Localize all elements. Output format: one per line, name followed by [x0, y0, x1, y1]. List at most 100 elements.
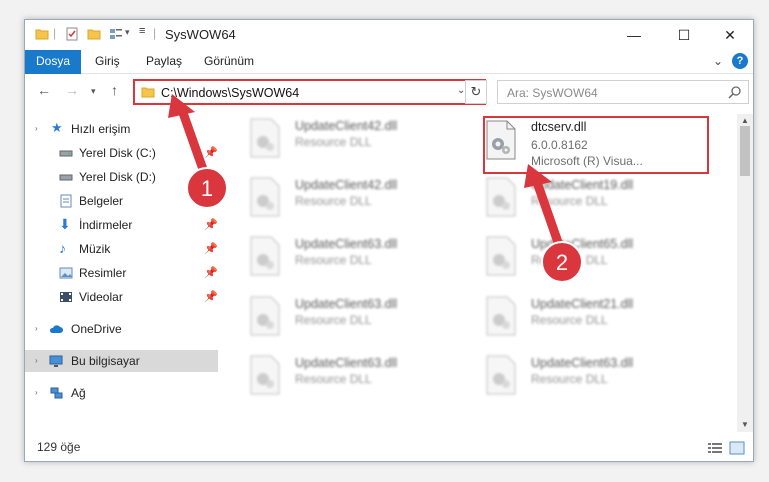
close-button[interactable]: ✕ [707, 20, 753, 50]
expand-ribbon-icon[interactable]: ⌄ [713, 54, 723, 68]
refresh-button[interactable]: ↻ [465, 80, 487, 104]
status-bar: 129 öğe [25, 436, 753, 460]
explorer-window: | ▾ ≡ | SysWOW64 — ☐ ✕ Dosya Giriş Payla… [24, 19, 754, 462]
file-type: Resource DLL [531, 372, 608, 386]
navigation-pane: › ★ Hızlı erişim Yerel Disk (C:) 📌 Yerel… [25, 114, 218, 432]
address-path[interactable]: C:\Windows\SysWOW64 [161, 86, 299, 100]
file-item[interactable]: UpdateClient63.dll Resource DLL [249, 294, 469, 342]
tab-home[interactable]: Giriş [95, 50, 120, 73]
dll-file-icon [250, 296, 280, 336]
navigation-bar: ← → ▾ ↑ C:\Windows\SysWOW64 ⌄ ↻ Ara: Sys… [25, 74, 753, 110]
chevron-down-icon[interactable]: ▾ [125, 27, 130, 38]
search-placeholder[interactable]: Ara: SysWOW64 [507, 86, 598, 100]
file-item[interactable]: UpdateClient19.dll Resource DLL [485, 175, 705, 223]
sidebar-item-label: Bu bilgisayar [71, 354, 140, 368]
file-item[interactable]: UpdateClient42.dll Resource DLL [249, 116, 469, 164]
scroll-down-icon[interactable]: ▼ [741, 420, 749, 429]
pin-icon: 📌 [204, 195, 218, 207]
sidebar-item-label: İndirmeler [79, 218, 133, 232]
pin-icon: 📌 [204, 267, 218, 279]
star-icon: ★ [51, 120, 63, 135]
customize-quick-access-icon[interactable] [109, 27, 123, 41]
file-type: Resource DLL [531, 253, 608, 267]
file-type: Resource DLL [531, 313, 608, 327]
pin-icon: 📌 [204, 219, 218, 231]
drive-icon [59, 150, 73, 157]
chevron-down-icon[interactable]: › [35, 124, 49, 138]
search-icon[interactable] [728, 85, 742, 99]
chevron-right-icon[interactable]: › [35, 356, 49, 370]
sidebar-item-label: Belgeler [79, 194, 124, 208]
dtcserv-highlight-box [483, 116, 709, 174]
file-name: UpdateClient63.dll [295, 356, 398, 370]
properties-icon[interactable] [65, 27, 79, 41]
dll-file-icon [486, 296, 516, 336]
file-item[interactable]: UpdateClient42.dll Resource DLL [249, 175, 469, 223]
file-name: UpdateClient21.dll [531, 297, 634, 311]
title-bar: | ▾ ≡ | SysWOW64 — ☐ ✕ [25, 20, 753, 50]
help-button[interactable]: ? [732, 53, 748, 69]
large-icons-view-icon[interactable] [729, 441, 745, 455]
sidebar-item-onedrive[interactable]: › OneDrive [25, 318, 218, 340]
details-view-icon[interactable] [707, 441, 723, 455]
sidebar-item-pictures[interactable]: Resimler 📌 [25, 262, 218, 284]
sidebar-item-documents[interactable]: Belgeler 📌 [25, 190, 218, 212]
pictures-icon [59, 267, 73, 279]
chevron-right-icon[interactable]: › [35, 324, 49, 338]
file-name: UpdateClient63.dll [531, 356, 634, 370]
file-type: Resource DLL [295, 253, 372, 267]
file-name: UpdateClient19.dll [531, 178, 634, 192]
file-item[interactable]: UpdateClient21.dll Resource DLL [485, 294, 705, 342]
sidebar-item-local-disk-d[interactable]: Yerel Disk (D:) [25, 166, 218, 188]
pin-icon: 📌 [204, 243, 218, 255]
file-type: Resource DLL [531, 194, 608, 208]
sidebar-item-label: Resimler [79, 266, 127, 280]
dll-file-icon [250, 118, 280, 158]
dll-file-icon [486, 236, 516, 276]
forward-button[interactable]: → [65, 82, 79, 98]
window-title: SysWOW64 [165, 27, 236, 42]
file-type: Resource DLL [295, 372, 372, 386]
chevron-right-icon[interactable]: › [35, 388, 49, 402]
tab-share[interactable]: Paylaş [146, 50, 182, 73]
minimize-button[interactable]: — [611, 20, 657, 50]
drive-icon [59, 174, 73, 181]
search-box[interactable]: Ara: SysWOW64 [497, 80, 749, 104]
sidebar-item-label: Yerel Disk (C:) [79, 146, 156, 160]
file-type: Resource DLL [295, 313, 372, 327]
dll-file-icon [486, 177, 516, 217]
quick-access-dropdown-icon[interactable]: ≡ [139, 25, 145, 37]
file-type: Resource DLL [295, 194, 372, 208]
sidebar-item-this-pc[interactable]: › Bu bilgisayar [25, 350, 218, 372]
new-folder-icon[interactable] [87, 27, 101, 41]
file-name: UpdateClient42.dll [295, 119, 398, 133]
scrollbar-thumb[interactable] [740, 126, 750, 176]
download-icon: ⬇ [59, 216, 71, 232]
sidebar-item-local-disk-c[interactable]: Yerel Disk (C:) 📌 [25, 142, 218, 164]
up-button[interactable]: ↑ [111, 82, 118, 98]
back-button[interactable]: ← [37, 82, 51, 98]
sidebar-item-downloads[interactable]: ⬇ İndirmeler 📌 [25, 214, 218, 236]
file-item[interactable]: UpdateClient63.dll Resource DLL [249, 234, 469, 282]
file-item[interactable]: UpdateClient63.dll Resource DLL [249, 353, 469, 401]
dll-file-icon [250, 355, 280, 395]
sidebar-item-music[interactable]: ♪ Müzik 📌 [25, 238, 218, 260]
maximize-button[interactable]: ☐ [661, 20, 707, 50]
sidebar-item-label: Yerel Disk (D:) [79, 170, 156, 184]
file-item[interactable]: UpdateClient65.dll Resource DLL [485, 234, 705, 282]
sidebar-item-network[interactable]: › Ağ [25, 382, 218, 404]
dll-file-icon [250, 177, 280, 217]
sidebar-item-quick-access[interactable]: › ★ Hızlı erişim [25, 118, 218, 140]
pin-icon: 📌 [204, 291, 218, 303]
recent-locations-icon[interactable]: ▾ [91, 86, 96, 97]
sidebar-item-videos[interactable]: Videolar 📌 [25, 286, 218, 308]
file-item[interactable]: UpdateClient63.dll Resource DLL [485, 353, 705, 401]
file-name: UpdateClient63.dll [295, 297, 398, 311]
vertical-scrollbar[interactable]: ▲ ▼ [737, 114, 753, 432]
folder-icon [35, 29, 49, 40]
tab-view[interactable]: Görünüm [204, 50, 254, 73]
address-bar[interactable]: C:\Windows\SysWOW64 ⌄ [133, 79, 486, 105]
file-type: Resource DLL [295, 135, 372, 149]
scroll-up-icon[interactable]: ▲ [741, 116, 749, 125]
sidebar-item-label: Videolar [79, 290, 123, 304]
